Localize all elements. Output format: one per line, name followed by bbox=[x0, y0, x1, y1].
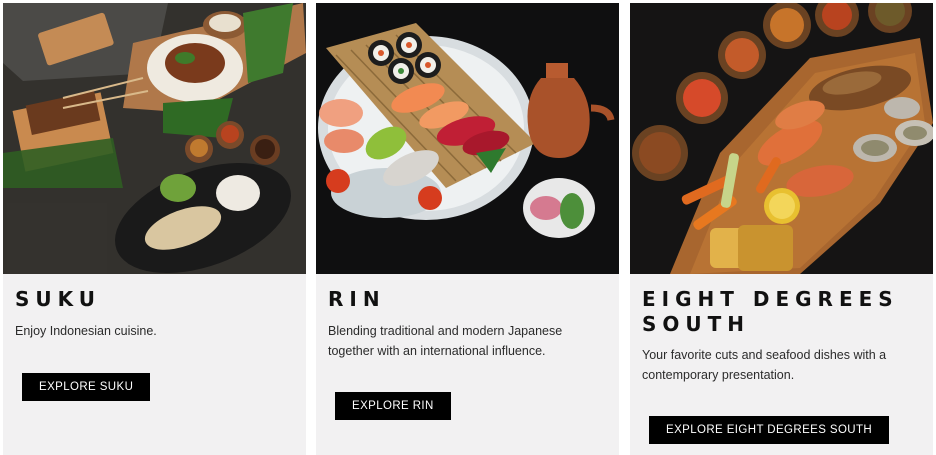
card-title: EIGHT DEGREES SOUTH bbox=[642, 287, 899, 336]
restaurant-card-rin: RIN Blending traditional and modern Japa… bbox=[316, 3, 619, 455]
restaurant-card-eight-degrees-south: EIGHT DEGREES SOUTH Your favorite cuts a… bbox=[630, 3, 933, 455]
card-title: SUKU bbox=[15, 287, 102, 311]
suku-food-photo bbox=[3, 3, 306, 274]
rin-food-photo bbox=[316, 3, 619, 274]
restaurant-card-suku: SUKU Enjoy Indonesian cuisine. EXPLORE S… bbox=[3, 3, 306, 455]
explore-rin-button[interactable]: EXPLORE RIN bbox=[335, 392, 451, 420]
explore-eight-degrees-south-button[interactable]: EXPLORE EIGHT DEGREES SOUTH bbox=[649, 416, 890, 444]
card-description: Your favorite cuts and seafood dishes wi… bbox=[642, 348, 887, 382]
card-description: Enjoy Indonesian cuisine. bbox=[15, 324, 157, 338]
explore-suku-button[interactable]: EXPLORE SUKU bbox=[22, 373, 151, 401]
card-description: Blending traditional and modern Japanese… bbox=[328, 324, 563, 358]
restaurant-cards-row: SUKU Enjoy Indonesian cuisine. EXPLORE S… bbox=[0, 0, 936, 455]
card-title: RIN bbox=[328, 287, 386, 311]
eight-degrees-south-food-photo bbox=[630, 3, 933, 274]
